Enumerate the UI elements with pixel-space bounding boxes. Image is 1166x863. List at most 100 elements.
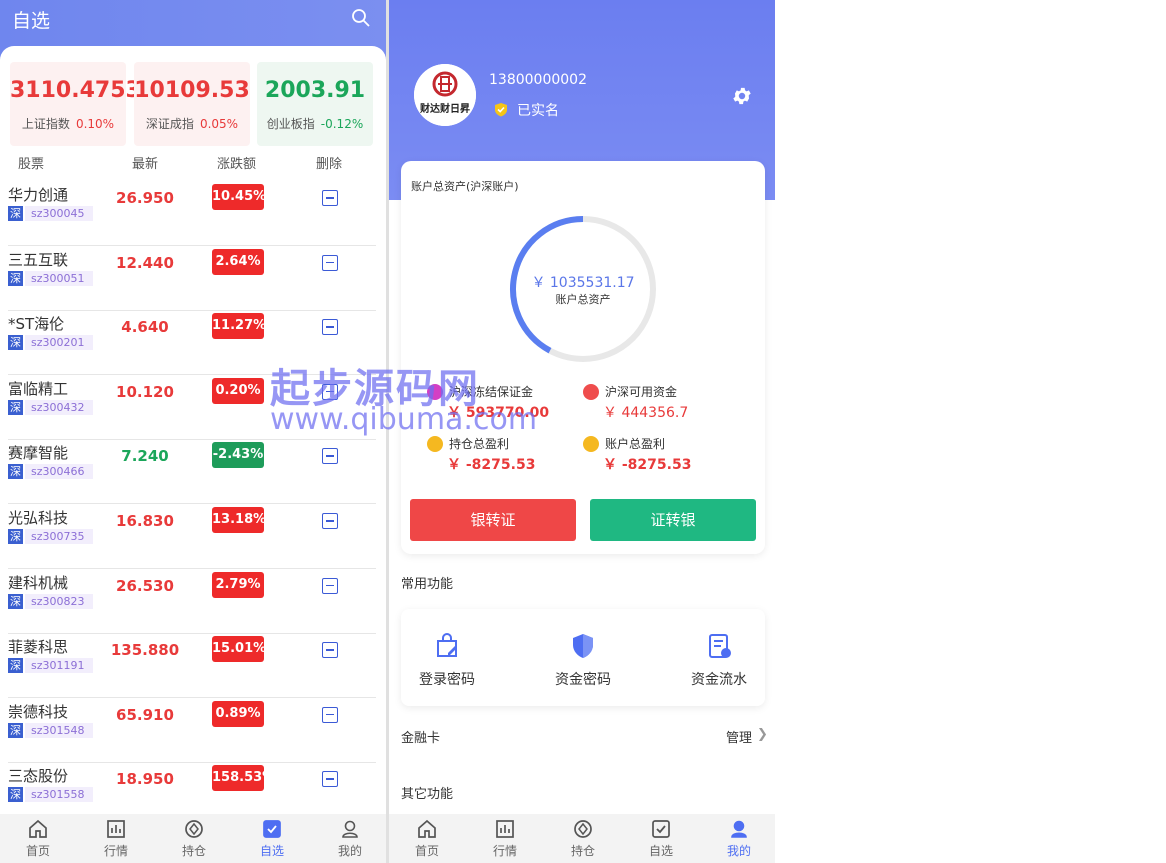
stock-row[interactable]: 建科机械深 sz300823 26.530 2.79% (0, 570, 376, 634)
coins-icon (427, 436, 443, 452)
column-header-latest: 最新 (132, 157, 159, 172)
index-card-shanghai[interactable]: 3110.4753 上证指数 0.10% (10, 62, 141, 146)
nav-label: 持仓 (570, 844, 595, 858)
stock-price: 18.950 (116, 770, 174, 789)
fund-flow-button[interactable]: 资金流水 (669, 632, 769, 692)
bag-edit-icon (437, 633, 457, 657)
nav-label: 自选 (648, 844, 673, 858)
wallet-icon (583, 384, 599, 400)
total-asset-value: ￥ 1035531.17 (531, 275, 635, 291)
column-header-delete: 删除 (316, 157, 343, 172)
stock-code: sz300201 (25, 335, 93, 351)
index-value: 10109.53 (134, 78, 250, 103)
stock-change-badge: 2.79% (212, 571, 264, 598)
stock-row[interactable]: 菲菱科思深 sz301191 135.880 15.01% (0, 634, 376, 699)
nav-label: 首页 (414, 844, 439, 858)
bank-to-securities-button[interactable]: 银转证 (410, 499, 576, 541)
shield-icon (573, 634, 593, 658)
nav-compass[interactable]: 持仓 (544, 814, 622, 863)
market-tag: 深 (8, 270, 23, 286)
delete-icon[interactable] (322, 319, 338, 336)
avatar[interactable]: 财达财日昇 (414, 64, 476, 126)
total-asset-label: 账户总资产 (555, 293, 611, 306)
stock-name: 崇德科技 (8, 702, 69, 721)
stock-change-badge: 158.53% (212, 765, 275, 792)
delete-icon[interactable] (322, 513, 338, 529)
document-icon (709, 634, 731, 658)
stock-change-badge: 15.01% (212, 636, 266, 663)
phone-number: 13800000002 (489, 72, 587, 88)
stock-code: sz301191 (25, 658, 93, 674)
stat-label: 持仓总盈利 (449, 437, 510, 451)
securities-to-bank-button[interactable]: 证转银 (590, 499, 756, 541)
nav-user[interactable]: 我的 (311, 814, 389, 863)
market-tag: 深 (8, 206, 23, 221)
market-tag: 深 (8, 335, 23, 351)
nav-compass[interactable]: 持仓 (155, 814, 233, 863)
stock-price: 7.240 (121, 447, 169, 466)
stock-code: sz300432 (25, 399, 93, 415)
market-tag: 深 (8, 399, 23, 415)
stock-price: 16.830 (116, 512, 174, 530)
delete-icon[interactable] (322, 642, 338, 659)
delete-icon[interactable] (322, 771, 338, 788)
market-tag: 深 (8, 787, 23, 803)
stock-row[interactable]: 赛摩智能深 sz300466 7.240 -2.43% (0, 440, 376, 505)
nav-chart[interactable]: 行情 (466, 814, 544, 863)
stock-code: sz301558 (25, 787, 93, 803)
index-card-shenzhen[interactable]: 10109.53 深证成指 0.05% (134, 62, 250, 146)
bank-card-manage-link[interactable]: 管理 (726, 727, 752, 746)
index-name-change: 上证指数 0.10% (21, 117, 115, 131)
nav-home[interactable]: 首页 (0, 814, 77, 863)
nav-user[interactable]: 我的 (700, 814, 778, 863)
stock-row[interactable]: 华力创通深 sz300045 26.950 10.45% (0, 182, 376, 246)
stock-name: 赛摩智能 (8, 444, 69, 463)
stock-name: 华力创通 (8, 186, 69, 204)
search-icon[interactable] (351, 8, 371, 28)
login-password-button[interactable]: 登录密码 (397, 632, 497, 692)
delete-icon[interactable] (322, 448, 338, 465)
stock-change-badge: 10.45% (212, 184, 266, 210)
delete-icon[interactable] (322, 190, 338, 206)
stat-label: 沪深可用资金 (605, 385, 678, 399)
index-value: 3110.4753 (10, 78, 141, 103)
bottom-nav-right: 首页 行情 持仓 自选 我的 (389, 814, 775, 863)
nav-label: 自选 (259, 844, 284, 858)
stock-name: 三五互联 (8, 250, 69, 269)
stat-available-funds: 沪深可用资金 ￥ 444356.7 (583, 382, 733, 426)
market-tag: 深 (8, 593, 23, 609)
nav-label: 我的 (337, 844, 362, 858)
stat-label: 账户总盈利 (605, 437, 666, 451)
gear-icon[interactable] (731, 85, 753, 111)
index-name-change: 深证成指 0.05% (145, 117, 239, 131)
nav-chart[interactable]: 行情 (77, 814, 155, 863)
stock-name: 光弘科技 (8, 509, 69, 527)
watermark-url: www.qibuma.com (270, 402, 538, 437)
stock-code: sz300466 (25, 464, 93, 480)
chevron-right-icon[interactable]: ❯ (757, 727, 768, 742)
index-card-chinext[interactable]: 2003.91 创业板指 -0.12% (257, 62, 373, 146)
bank-card-label[interactable]: 金融卡 (401, 727, 440, 746)
nav-checkbox[interactable]: 自选 (233, 814, 311, 863)
stock-code: sz300051 (25, 270, 93, 286)
stat-position-profit: 持仓总盈利 ￥ -8275.53 (427, 434, 577, 478)
stock-row[interactable]: 崇德科技深 sz301548 65.910 0.89% (0, 699, 376, 763)
function-label: 资金密码 (555, 672, 611, 688)
delete-icon[interactable] (322, 706, 338, 723)
delete-icon[interactable] (322, 254, 338, 271)
index-name-change: 创业板指 -0.12% (266, 117, 364, 131)
stock-code: sz300045 (25, 206, 93, 221)
stock-row[interactable]: 三五互联深 sz300051 12.440 2.64% (0, 247, 376, 311)
index-value: 2003.91 (264, 78, 366, 103)
market-tag: 深 (8, 722, 23, 738)
stock-price: 26.950 (116, 189, 174, 207)
page-title: 自选 (12, 10, 51, 32)
delete-icon[interactable] (322, 577, 338, 594)
nav-checkbox[interactable]: 自选 (622, 814, 700, 863)
other-functions-title: 其它功能 (401, 787, 454, 802)
stock-name: 富临精工 (8, 379, 69, 398)
stock-row[interactable]: 光弘科技深 sz300735 16.830 13.18% (0, 505, 376, 569)
nav-home[interactable]: 首页 (388, 814, 466, 863)
fund-password-button[interactable]: 资金密码 (533, 632, 633, 692)
shield-check-icon (494, 102, 508, 121)
